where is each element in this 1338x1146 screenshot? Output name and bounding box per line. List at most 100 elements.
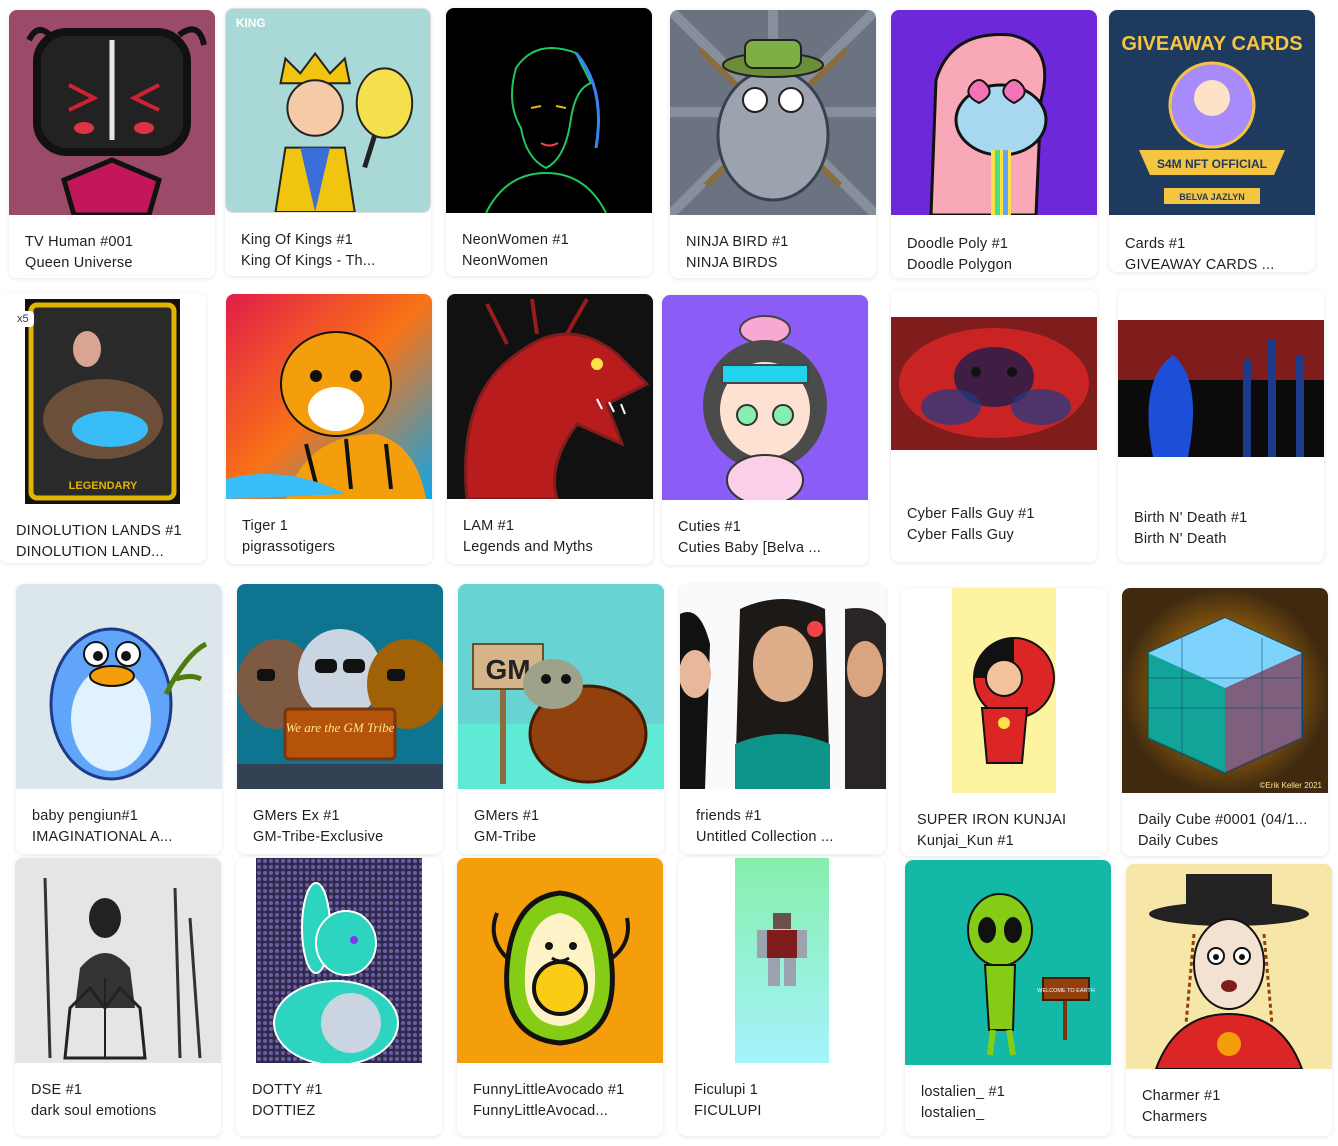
nft-card[interactable]: GIVEAWAY CARDS S4M NFT OFFICIAL BELVA JA…	[1109, 10, 1315, 272]
nft-image[interactable]	[670, 10, 876, 215]
nft-card[interactable]: TV Human #001 Queen Universe	[9, 10, 215, 278]
nft-collection: Legends and Myths	[463, 539, 593, 555]
nft-image[interactable]	[447, 294, 653, 499]
nft-collection: DOTTIEZ	[252, 1103, 316, 1119]
nft-image[interactable]	[1118, 320, 1324, 457]
nft-image[interactable]	[952, 588, 1056, 793]
nft-image[interactable]	[680, 584, 886, 789]
nft-card[interactable]: NINJA BIRD #1 NINJA BIRDS	[670, 10, 876, 278]
nft-collection: Cyber Falls Guy	[907, 527, 1014, 543]
nft-title: DINOLUTION LANDS #1	[16, 523, 182, 539]
nft-image[interactable]	[891, 317, 1097, 450]
nft-collection: GIVEAWAY CARDS ...	[1125, 257, 1275, 272]
nft-title: Birth N' Death #1	[1134, 510, 1248, 526]
nft-card[interactable]: SUPER IRON KUNJAI Kunjai_Kun #1	[901, 588, 1107, 856]
nft-card[interactable]: LAM #1 Legends and Myths	[447, 294, 653, 564]
nft-card[interactable]: DOTTY #1 DOTTIEZ	[236, 858, 442, 1136]
nft-collection: FICULUPI	[694, 1103, 762, 1119]
nft-image[interactable]	[457, 858, 663, 1063]
nft-image[interactable]	[15, 858, 221, 1063]
nft-collection: Kunjai_Kun #1	[917, 833, 1014, 849]
nft-image[interactable]: LEGENDARY	[25, 299, 180, 504]
nft-card[interactable]: GM GMers #1 GM-Tribe	[458, 584, 664, 854]
nft-collection: Queen Universe	[25, 255, 133, 271]
nft-card[interactable]: Tiger 1 pigrassotigers	[226, 294, 432, 564]
nft-collection: lostalien_	[921, 1105, 985, 1121]
nft-image[interactable]	[256, 858, 422, 1063]
art-text: LEGENDARY	[69, 480, 138, 492]
nft-collection: GM-Tribe-Exclusive	[253, 829, 384, 845]
nft-card[interactable]: Birth N' Death #1 Birth N' Death	[1118, 290, 1324, 562]
nft-title: Cards #1	[1125, 236, 1186, 252]
art-text: We are the GM Tribe	[286, 720, 395, 735]
nft-card[interactable]: friends #1 Untitled Collection ...	[680, 584, 886, 854]
edition-count-badge: x5	[12, 311, 34, 327]
nft-card[interactable]: Ficulupi 1 FICULUPI	[678, 858, 884, 1136]
nft-collection: pigrassotigers	[242, 539, 336, 555]
nft-title: lostalien_ #1	[921, 1084, 1006, 1100]
nft-collection: King Of Kings - Th...	[241, 253, 376, 269]
nft-collection: dark soul emotions	[31, 1103, 157, 1119]
nft-collection: IMAGINATIONAL A...	[32, 829, 173, 845]
nft-card[interactable]: baby pengiun#1 IMAGINATIONAL A...	[16, 584, 222, 854]
nft-collection: Birth N' Death	[1134, 531, 1227, 547]
nft-image[interactable]	[662, 295, 868, 500]
nft-collection: Daily Cubes	[1138, 833, 1219, 849]
nft-title: LAM #1	[463, 518, 515, 534]
nft-title: FunnyLittleAvocado #1	[473, 1082, 625, 1098]
nft-title: Cuties #1	[678, 519, 742, 535]
nft-collection: GM-Tribe	[474, 829, 537, 845]
art-text: BELVA JAZLYN	[1179, 192, 1245, 202]
nft-image[interactable]	[446, 8, 652, 213]
nft-card[interactable]: FunnyLittleAvocado #1 FunnyLittleAvocad.…	[457, 858, 663, 1136]
nft-image[interactable]: WELCOME TO EARTH	[905, 860, 1111, 1065]
nft-image[interactable]: KING	[225, 8, 431, 213]
nft-title: DSE #1	[31, 1082, 83, 1098]
nft-card[interactable]: Doodle Poly #1 Doodle Polygon	[891, 10, 1097, 278]
nft-card[interactable]: WELCOME TO EARTH lostalien_ #1 lostalien…	[905, 860, 1111, 1136]
nft-image[interactable]	[891, 10, 1097, 215]
nft-card[interactable]: DSE #1 dark soul emotions	[15, 858, 221, 1136]
nft-title: Charmer #1	[1142, 1088, 1221, 1104]
nft-title: GMers Ex #1	[253, 808, 340, 824]
nft-card[interactable]: Cyber Falls Guy #1 Cyber Falls Guy	[891, 290, 1097, 562]
nft-image[interactable]: GIVEAWAY CARDS S4M NFT OFFICIAL BELVA JA…	[1109, 10, 1315, 215]
nft-card[interactable]: ©Erik Keller 2021 Daily Cube #0001 (04/1…	[1122, 588, 1328, 856]
nft-image[interactable]	[735, 858, 829, 1063]
nft-card[interactable]: x5 LEGENDARY DINOLUTION LANDS #1 DINOLUT…	[0, 293, 206, 563]
nft-image[interactable]	[1126, 864, 1332, 1069]
art-text: ©Erik Keller 2021	[1260, 781, 1323, 790]
nft-title: SUPER IRON KUNJAI	[917, 812, 1067, 828]
nft-collection: NeonWomen	[462, 253, 549, 269]
nft-image[interactable]	[226, 294, 432, 499]
nft-title: NeonWomen #1	[462, 232, 569, 248]
nft-image[interactable]: GM	[458, 584, 664, 789]
nft-title: Cyber Falls Guy #1	[907, 506, 1035, 522]
nft-title: Ficulupi 1	[694, 1082, 759, 1098]
nft-title: GMers #1	[474, 808, 540, 824]
nft-card[interactable]: Cuties #1 Cuties Baby [Belva ...	[662, 295, 868, 565]
nft-image[interactable]: ©Erik Keller 2021	[1122, 588, 1328, 793]
nft-title: Doodle Poly #1	[907, 236, 1009, 252]
nft-title: King Of Kings #1	[241, 232, 354, 248]
nft-collection: NINJA BIRDS	[686, 255, 778, 271]
nft-title: NINJA BIRD #1	[686, 234, 789, 250]
nft-title: Tiger 1	[242, 518, 288, 534]
nft-card[interactable]: NeonWomen #1 NeonWomen	[446, 8, 652, 276]
nft-title: DOTTY #1	[252, 1082, 323, 1098]
nft-card[interactable]: We are the GM Tribe GMers Ex #1 GM-Tribe…	[237, 584, 443, 854]
nft-image[interactable]	[16, 584, 222, 789]
nft-collection: Charmers	[1142, 1109, 1208, 1125]
nft-image[interactable]: We are the GM Tribe	[237, 584, 443, 789]
nft-title: friends #1	[696, 808, 762, 824]
nft-image[interactable]	[9, 10, 215, 215]
art-text: KING	[236, 16, 266, 30]
nft-card[interactable]: Charmer #1 Charmers	[1126, 864, 1332, 1136]
nft-collection: Doodle Polygon	[907, 257, 1013, 273]
art-text: GIVEAWAY CARDS	[1121, 33, 1302, 55]
nft-title: baby pengiun#1	[32, 808, 139, 824]
nft-collection: FunnyLittleAvocad...	[473, 1103, 609, 1119]
nft-card[interactable]: KING King Of Kings #1 King Of Kings - Th…	[225, 8, 431, 276]
nft-title: Daily Cube #0001 (04/1...	[1138, 812, 1308, 828]
nft-collection: Cuties Baby [Belva ...	[678, 540, 822, 556]
